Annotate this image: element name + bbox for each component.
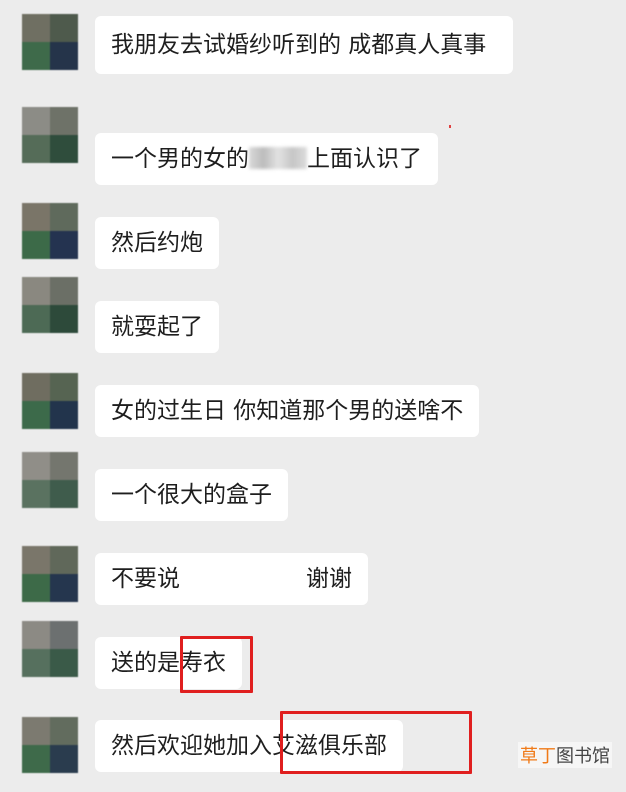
message-text-part: 谢谢 (306, 566, 352, 592)
message-bubble[interactable]: 然后约炮 (95, 217, 219, 269)
avatar[interactable] (22, 452, 78, 508)
avatar[interactable] (22, 14, 78, 70)
avatar[interactable] (22, 621, 78, 677)
message-text: 一个很大的盒子 (111, 482, 272, 508)
red-dot (449, 125, 451, 128)
avatar[interactable] (22, 203, 78, 259)
watermark-accent: 草丁 (520, 746, 556, 767)
censored-blur (249, 147, 307, 169)
watermark: 草丁图书馆 (518, 742, 612, 768)
message-text: 然后欢迎她加入艾滋俱乐部 (111, 733, 387, 759)
message-text-part: 一个男的女的 (111, 146, 249, 172)
message-text: 就耍起了 (111, 314, 203, 340)
message-bubble[interactable]: 一个很大的盒子 (95, 469, 288, 521)
message-bubble[interactable]: 女的过生日 你知道那个男的送啥不 (95, 385, 480, 437)
message-text-part: 不要说 (111, 566, 180, 592)
avatar[interactable] (22, 373, 78, 429)
watermark-text: 图书馆 (556, 746, 610, 767)
message-bubble[interactable]: 就耍起了 (95, 301, 219, 353)
avatar[interactable] (22, 107, 78, 163)
message-text: 然后约炮 (111, 230, 203, 256)
message-bubble[interactable]: 送的是寿衣 (95, 637, 242, 689)
avatar[interactable] (22, 546, 78, 602)
message-bubble[interactable]: 然后欢迎她加入艾滋俱乐部 (95, 720, 403, 772)
message-text: 我朋友去试婚纱听到的 成都真人真事 (111, 32, 487, 58)
message-text: 女的过生日 你知道那个男的送啥不 (111, 398, 464, 424)
message-bubble[interactable]: 不要说 谢谢 (95, 553, 368, 605)
message-text-part: 上面认识了 (307, 146, 422, 172)
avatar[interactable] (22, 717, 78, 773)
message-bubble[interactable]: 一个男的女的 上面认识了 (95, 133, 438, 185)
avatar[interactable] (22, 277, 78, 333)
message-text: 送的是寿衣 (111, 650, 226, 676)
message-bubble[interactable]: 我朋友去试婚纱听到的 成都真人真事 (95, 16, 513, 74)
